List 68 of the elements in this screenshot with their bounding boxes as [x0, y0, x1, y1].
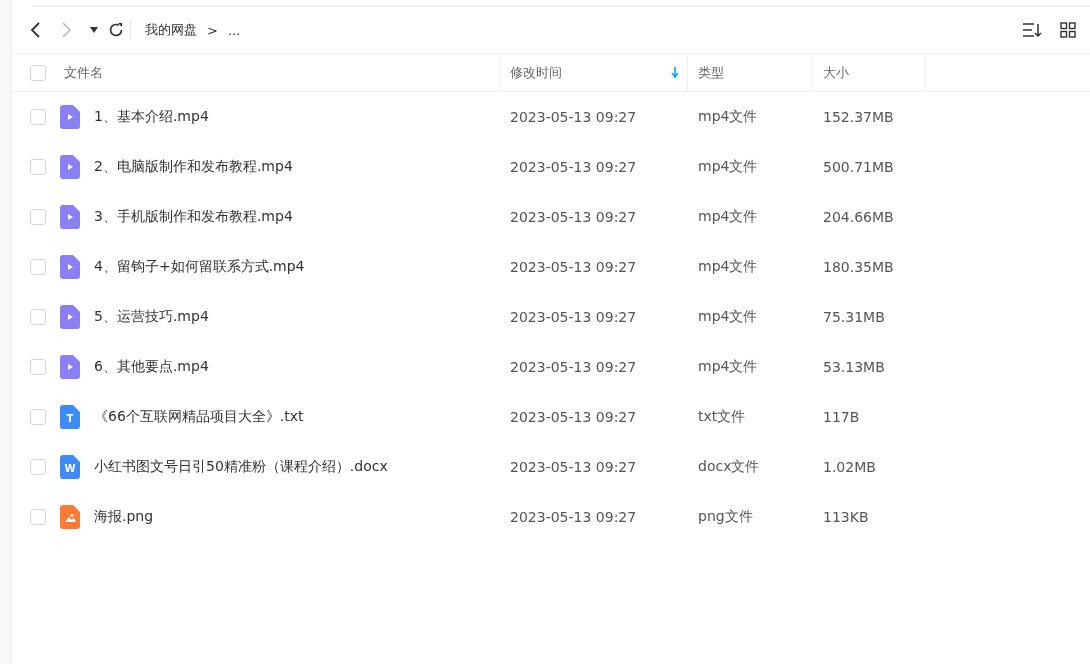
row-checkbox[interactable]: [30, 309, 46, 325]
file-size: 500.71MB: [822, 159, 895, 175]
file-size: 180.35MB: [822, 259, 895, 275]
file-name[interactable]: 小红书图文号日引50精准粉（课程介绍）.docx: [94, 458, 388, 476]
row-checkbox[interactable]: [30, 259, 46, 275]
file-name[interactable]: 5、运营技巧.mp4: [94, 308, 209, 326]
file-size: 75.31MB: [822, 309, 886, 325]
breadcrumb-separator: >: [207, 22, 218, 38]
file-name[interactable]: 2、电脑版制作和发布教程.mp4: [94, 158, 293, 176]
breadcrumb-item[interactable]: 我的网盘: [145, 21, 197, 39]
file-name[interactable]: 6、其他要点.mp4: [94, 358, 209, 376]
select-all-checkbox[interactable]: [30, 64, 46, 81]
row-checkbox[interactable]: [30, 459, 46, 475]
forward-button[interactable]: [60, 21, 72, 39]
modified-time: 2023-05-13 09:27: [509, 459, 638, 475]
modified-time: 2023-05-13 09:27: [509, 409, 638, 425]
row-checkbox[interactable]: [30, 109, 46, 125]
file-type: mp4文件: [697, 108, 759, 126]
file-size: 117B: [822, 409, 861, 425]
video-file-icon: [60, 255, 80, 279]
video-file-icon: [60, 205, 80, 229]
file-type: mp4文件: [697, 308, 759, 326]
file-type: docx文件: [697, 458, 761, 476]
modified-time: 2023-05-13 09:27: [509, 359, 638, 375]
file-type: mp4文件: [697, 208, 759, 226]
file-size: 53.13MB: [822, 359, 886, 375]
column-header[interactable]: 类型: [698, 63, 724, 82]
modified-time: 2023-05-13 09:27: [509, 509, 638, 525]
file-name[interactable]: 1、基本介绍.mp4: [94, 108, 209, 126]
back-button[interactable]: [30, 21, 42, 39]
modified-time: 2023-05-13 09:27: [509, 259, 638, 275]
file-name[interactable]: 海报.png: [94, 508, 154, 526]
modified-time: 2023-05-13 09:27: [509, 109, 638, 125]
video-file-icon: [60, 105, 80, 129]
row-checkbox[interactable]: [30, 159, 46, 175]
file-type: txt文件: [697, 408, 747, 426]
file-type: mp4文件: [697, 258, 759, 276]
refresh-button[interactable]: [108, 22, 124, 38]
document-file-icon: W: [60, 455, 80, 479]
video-file-icon: [60, 355, 80, 379]
file-size: 152.37MB: [822, 109, 895, 125]
file-name[interactable]: 《66个互联网精品项目大全》.txt: [94, 408, 304, 426]
row-checkbox[interactable]: [30, 359, 46, 375]
image-file-icon: [60, 505, 80, 529]
row-checkbox[interactable]: [30, 509, 46, 525]
file-name[interactable]: 4、留钩子+如何留联系方式.mp4: [94, 258, 305, 276]
column-header[interactable]: 文件名: [64, 63, 103, 82]
file-type: png文件: [697, 508, 754, 526]
dropdown-button[interactable]: [90, 27, 98, 33]
file-type: mp4文件: [697, 358, 759, 376]
modified-time: 2023-05-13 09:27: [509, 209, 638, 225]
sort-icon[interactable]: [1022, 22, 1042, 38]
file-type: mp4文件: [697, 158, 759, 176]
file-size: 113KB: [822, 509, 870, 525]
file-name[interactable]: 3、手机版制作和发布教程.mp4: [94, 208, 293, 226]
modified-time: 2023-05-13 09:27: [509, 309, 638, 325]
video-file-icon: [60, 155, 80, 179]
file-size: 1.02MB: [822, 459, 877, 475]
modified-time: 2023-05-13 09:27: [509, 159, 638, 175]
video-file-icon: [60, 305, 80, 329]
row-checkbox[interactable]: [30, 409, 46, 425]
grid-view-icon[interactable]: [1060, 22, 1076, 38]
column-header[interactable]: 修改时间: [510, 63, 562, 82]
document-file-icon: T: [60, 405, 80, 429]
breadcrumb-item[interactable]: ...: [227, 22, 241, 38]
file-size: 204.66MB: [822, 209, 895, 225]
row-checkbox[interactable]: [30, 209, 46, 225]
column-header[interactable]: 大小: [823, 63, 849, 82]
